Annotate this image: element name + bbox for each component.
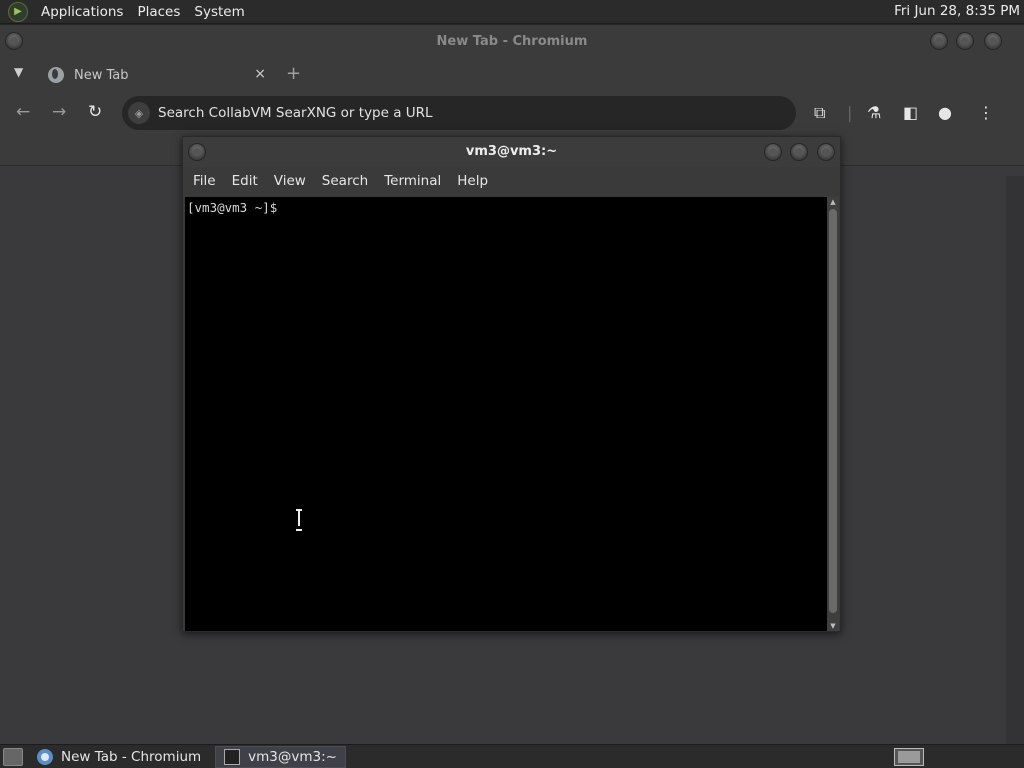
terminal-close-button[interactable] xyxy=(817,143,835,161)
profile-avatar-icon[interactable]: ● xyxy=(938,103,952,122)
back-arrow-icon[interactable]: ← xyxy=(16,102,30,122)
terminal-menu-edit[interactable]: Edit xyxy=(226,173,264,189)
terminal-prompt: [vm3@vm3 ~]$ xyxy=(187,200,278,215)
chromium-icon xyxy=(37,748,53,765)
applications-logo-icon[interactable]: ▶ xyxy=(8,1,28,22)
terminal-minimize-button[interactable] xyxy=(764,143,782,161)
terminal-menu-search[interactable]: Search xyxy=(316,173,374,189)
labs-flask-icon[interactable]: ⚗ xyxy=(867,103,881,122)
ibeam-cursor-icon xyxy=(296,509,302,531)
tab-strip: ▼ New Tab × + xyxy=(0,58,1024,92)
terminal-scrollbar[interactable]: ▲ ▼ xyxy=(827,197,839,631)
top-panel: ▶ Applications Places System Fri Jun 28,… xyxy=(0,0,1024,24)
maximize-button[interactable] xyxy=(956,32,974,50)
minimize-button[interactable] xyxy=(930,32,948,50)
globe-icon xyxy=(48,67,64,83)
bottom-taskbar: New Tab - Chromium vm3@vm3:~ xyxy=(0,744,1024,768)
menu-places[interactable]: Places xyxy=(130,4,187,20)
omnibox[interactable]: ◈ Search CollabVM SearXNG or type a URL xyxy=(122,96,796,130)
terminal-menu-view[interactable]: View xyxy=(268,173,312,189)
new-tab-button[interactable]: + xyxy=(286,63,301,84)
menu-system[interactable]: System xyxy=(187,4,251,20)
tab-new-tab[interactable]: New Tab × xyxy=(36,58,272,92)
terminal-menu-help[interactable]: Help xyxy=(451,173,494,189)
terminal-menu-terminal[interactable]: Terminal xyxy=(378,173,447,189)
terminal-scroll-thumb[interactable] xyxy=(829,209,837,613)
tab-search-chevron-icon[interactable]: ▼ xyxy=(14,65,23,79)
terminal-maximize-button[interactable] xyxy=(790,143,808,161)
task-terminal-label: vm3@vm3:~ xyxy=(248,748,337,765)
terminal-icon xyxy=(224,748,241,765)
close-window-button[interactable] xyxy=(984,32,1002,50)
terminal-output[interactable]: [vm3@vm3 ~]$ xyxy=(185,197,827,631)
terminal-menubar: File Edit View Search Terminal Help xyxy=(183,167,840,195)
toolbar-divider: | xyxy=(847,103,853,122)
browser-toolbar: ← → ↻ ◈ Search CollabVM SearXNG or type … xyxy=(0,92,1024,136)
more-menu-icon[interactable]: ⋮ xyxy=(978,103,994,122)
task-chromium-label: New Tab - Chromium xyxy=(61,748,202,765)
terminal-window-menu-button[interactable] xyxy=(188,143,206,161)
scroll-down-arrow-icon[interactable]: ▼ xyxy=(828,622,838,630)
task-terminal[interactable]: vm3@vm3:~ xyxy=(215,745,346,768)
window-menu-button[interactable] xyxy=(5,32,23,50)
tab-close-icon[interactable]: × xyxy=(254,66,266,82)
chromium-scrollbar[interactable] xyxy=(1006,176,1024,744)
terminal-window: vm3@vm3:~ File Edit View Search Terminal… xyxy=(182,136,841,632)
reload-icon[interactable]: ↻ xyxy=(88,102,102,122)
panel-clock[interactable]: Fri Jun 28, 8:35 PM xyxy=(894,3,1020,19)
search-engine-icon[interactable]: ◈ xyxy=(128,102,150,124)
chromium-titlebar[interactable]: New Tab - Chromium xyxy=(0,24,1024,58)
terminal-window-title: vm3@vm3:~ xyxy=(465,144,558,159)
workspace-switcher[interactable] xyxy=(894,748,924,766)
task-chromium[interactable]: New Tab - Chromium xyxy=(29,746,209,768)
tab-title: New Tab xyxy=(74,67,129,83)
omnibox-placeholder: Search CollabVM SearXNG or type a URL xyxy=(158,105,433,121)
menu-applications[interactable]: Applications xyxy=(34,4,130,20)
side-panel-icon[interactable]: ◧ xyxy=(903,103,918,122)
forward-arrow-icon[interactable]: → xyxy=(52,102,66,122)
show-desktop-icon[interactable] xyxy=(3,747,23,766)
extensions-puzzle-icon[interactable]: ⧉ xyxy=(814,103,825,123)
terminal-titlebar[interactable]: vm3@vm3:~ xyxy=(183,137,840,167)
terminal-menu-file[interactable]: File xyxy=(187,173,222,189)
scroll-up-arrow-icon[interactable]: ▲ xyxy=(828,198,838,206)
chromium-window-title: New Tab - Chromium xyxy=(436,34,588,49)
